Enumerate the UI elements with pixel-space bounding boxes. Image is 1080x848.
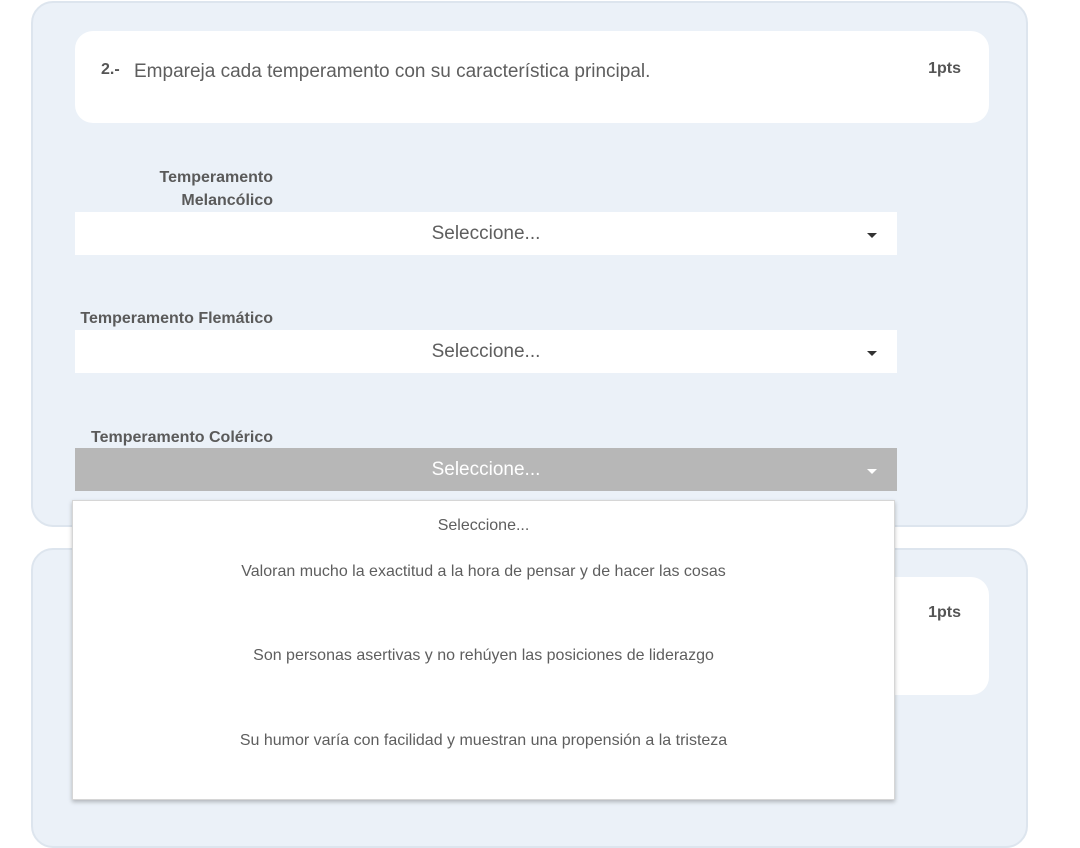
question-header: 2.- Empareja cada temperamento con su ca… [75,31,989,123]
question-points: 1pts [928,604,961,621]
chevron-down-icon [867,233,877,238]
dropdown-option-3[interactable]: Su humor varía con facilidad y muestran … [73,732,894,750]
label-melancolico: Temperamento Melancólico [33,166,273,212]
dropdown-option-placeholder[interactable]: Seleccione... [73,517,894,535]
question-text: Empareja cada temperamento con su caract… [134,61,651,82]
select-colerico[interactable]: Seleccione... [75,448,897,491]
label-flematico: Temperamento Flemático [80,310,273,327]
question-card-2: 2.- Empareja cada temperamento con su ca… [31,1,1028,527]
select-melancolico[interactable]: Seleccione... [75,212,897,255]
dropdown-option-1[interactable]: Valoran mucho la exactitud a la hora de … [73,563,894,581]
select-flematico[interactable]: Seleccione... [75,330,897,373]
label-melancolico-line1: Temperamento [159,169,273,186]
select-melancolico-value: Seleccione... [431,223,541,244]
label-melancolico-line2: Melancólico [181,192,273,209]
chevron-down-icon [867,351,877,356]
question-points: 1pts [928,60,961,77]
select-colerico-value: Seleccione... [431,459,541,480]
select-flematico-value: Seleccione... [431,341,541,362]
dropdown-option-2[interactable]: Son personas asertivas y no rehúyen las … [73,647,894,665]
chevron-down-icon [867,469,877,474]
select-colerico-dropdown: Seleccione... Valoran mucho la exactitud… [72,500,895,800]
label-colerico: Temperamento Colérico [91,429,273,446]
question-number: 2.- [101,61,120,78]
